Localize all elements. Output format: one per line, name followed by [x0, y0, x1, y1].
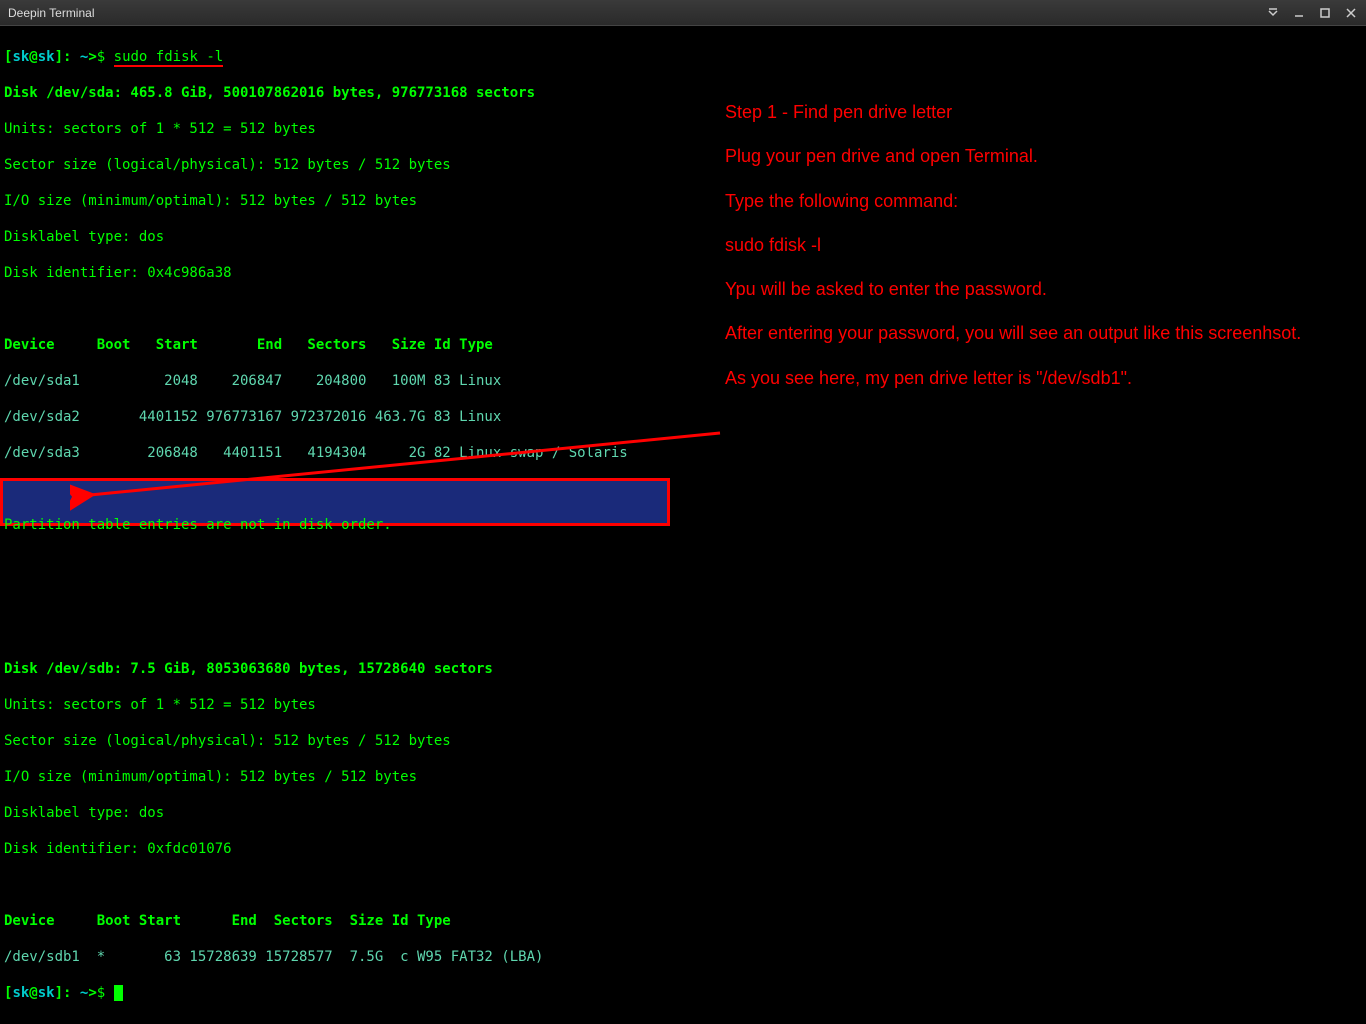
sdb-label: Disklabel type: dos: [4, 804, 1362, 822]
table-row: /dev/sda3 206848 4401151 4194304 2G 82 L…: [4, 444, 1362, 462]
disk-sda-header: Disk /dev/sda: 465.8 GiB, 500107862016 b…: [4, 84, 1362, 102]
sda-id: Disk identifier: 0x4c986a38: [4, 264, 1362, 282]
cursor: [114, 985, 123, 1001]
sda-io: I/O size (minimum/optimal): 512 bytes / …: [4, 192, 1362, 210]
window-controls: [1266, 6, 1358, 20]
minimize-icon[interactable]: [1292, 6, 1306, 20]
window-title: Deepin Terminal: [8, 6, 95, 20]
disk-sdb-header: Disk /dev/sdb: 7.5 GiB, 8053063680 bytes…: [4, 660, 1362, 678]
sdb-units: Units: sectors of 1 * 512 = 512 bytes: [4, 696, 1362, 714]
sda-sector: Sector size (logical/physical): 512 byte…: [4, 156, 1362, 174]
menu-icon[interactable]: [1266, 6, 1280, 20]
sda-note: Partition table entries are not in disk …: [4, 516, 1362, 534]
close-icon[interactable]: [1344, 6, 1358, 20]
sdb-table-header: Device Boot Start End Sectors Size Id Ty…: [4, 912, 1362, 930]
annotation-panel: Step 1 - Find pen drive letter Plug your…: [725, 100, 1345, 410]
window-titlebar: Deepin Terminal: [0, 0, 1366, 26]
sda-units: Units: sectors of 1 * 512 = 512 bytes: [4, 120, 1362, 138]
table-row: /dev/sda2 4401152 976773167 972372016 46…: [4, 408, 1362, 426]
typed-command: sudo fdisk -l: [114, 49, 224, 67]
prompt-line-2: [sk@sk]: ~>$: [4, 984, 1362, 1002]
sdb-io: I/O size (minimum/optimal): 512 bytes / …: [4, 768, 1362, 786]
maximize-icon[interactable]: [1318, 6, 1332, 20]
table-row: /dev/sdb1 * 63 15728639 15728577 7.5G c …: [4, 948, 1362, 966]
sda-label: Disklabel type: dos: [4, 228, 1362, 246]
sdb-id: Disk identifier: 0xfdc01076: [4, 840, 1362, 858]
table-row: /dev/sda1 2048 206847 204800 100M 83 Lin…: [4, 372, 1362, 390]
sda-table-header: Device Boot Start End Sectors Size Id Ty…: [4, 336, 1362, 354]
prompt-line: [sk@sk]: ~>$ sudo fdisk -l: [4, 48, 1362, 66]
sdb-sector: Sector size (logical/physical): 512 byte…: [4, 732, 1362, 750]
